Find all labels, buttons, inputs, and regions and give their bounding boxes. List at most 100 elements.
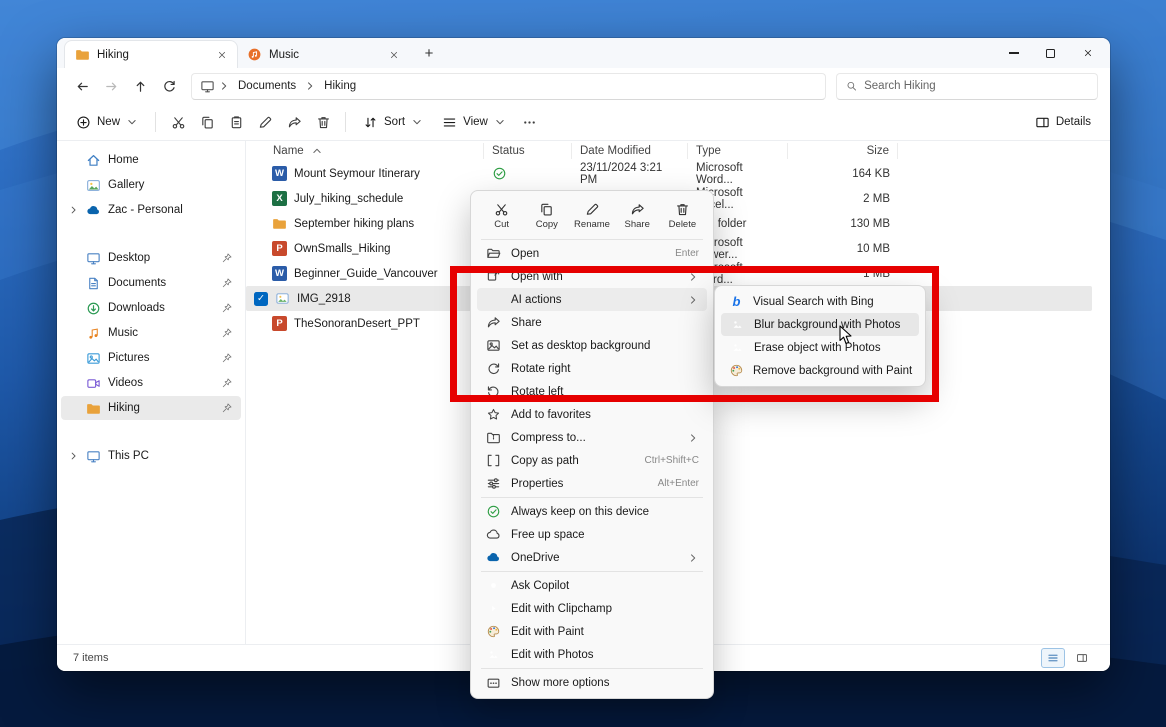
rename-button[interactable]: Rename bbox=[569, 196, 614, 236]
photos-icon bbox=[729, 317, 745, 332]
tab-hiking[interactable]: Hiking bbox=[65, 41, 237, 68]
column-header-type[interactable]: Type bbox=[688, 143, 788, 159]
submenu-item-blur-background-with-photos[interactable]: Blur background with Photos bbox=[721, 313, 919, 336]
breadcrumb[interactable]: Documents Hiking bbox=[191, 73, 826, 100]
sidebar-item-onedrive-personal[interactable]: Zac - Personal bbox=[61, 198, 241, 222]
sidebar-item-this-pc[interactable]: This PC bbox=[61, 444, 241, 468]
column-header-status[interactable]: Status bbox=[484, 143, 572, 159]
menu-item-edit-with-paint[interactable]: Edit with Paint bbox=[477, 620, 707, 643]
up-button[interactable] bbox=[127, 73, 154, 100]
breadcrumb-item-hiking[interactable]: Hiking bbox=[319, 78, 361, 94]
details-pane-button[interactable]: Details bbox=[1026, 110, 1100, 135]
menu-item-properties[interactable]: Properties Alt+Enter bbox=[477, 472, 707, 495]
rotate-left-icon bbox=[485, 384, 501, 399]
menu-item-open-with[interactable]: Open with bbox=[477, 265, 707, 288]
new-tab-button[interactable]: + bbox=[417, 41, 441, 65]
submenu-item-erase-object-with-photos[interactable]: Erase object with Photos bbox=[721, 336, 919, 359]
keep-on-device-icon bbox=[485, 504, 501, 519]
view-button[interactable]: View bbox=[433, 110, 515, 135]
sidebar-item-label: Desktop bbox=[108, 252, 214, 264]
delete-icon bbox=[675, 202, 690, 217]
column-header-name[interactable]: Name bbox=[246, 143, 484, 159]
delete-button[interactable]: Delete bbox=[660, 196, 705, 236]
search-box[interactable] bbox=[836, 73, 1098, 100]
file-row[interactable]: W Mount Seymour Itinerary 23/11/2024 3:2… bbox=[246, 161, 1092, 186]
sidebar-item-gallery[interactable]: Gallery bbox=[61, 173, 241, 197]
more-commands-button[interactable] bbox=[516, 108, 544, 136]
share-button[interactable]: Share bbox=[615, 196, 660, 236]
rename-button[interactable] bbox=[251, 108, 279, 136]
menu-item-compress-to[interactable]: Compress to... bbox=[477, 426, 707, 449]
details-pane-icon bbox=[1035, 115, 1050, 130]
details-view-button[interactable] bbox=[1041, 648, 1065, 668]
powerpoint-file-icon: P bbox=[272, 316, 287, 331]
menu-item-show-more-options[interactable]: Show more options bbox=[477, 671, 707, 694]
sort-icon bbox=[363, 115, 378, 130]
address-bar: Documents Hiking bbox=[57, 68, 1110, 104]
sort-button[interactable]: Sort bbox=[354, 110, 432, 135]
menu-item-open[interactable]: Open Enter bbox=[477, 242, 707, 265]
menu-item-edit-with-clipchamp[interactable]: Edit with Clipchamp bbox=[477, 597, 707, 620]
tab-close-icon[interactable] bbox=[213, 46, 231, 64]
properties-icon bbox=[485, 476, 501, 491]
breadcrumb-item-documents[interactable]: Documents bbox=[233, 78, 301, 94]
chevron-right-icon[interactable] bbox=[68, 450, 79, 462]
open-with-icon bbox=[485, 269, 501, 284]
back-button[interactable] bbox=[69, 73, 96, 100]
downloads-icon bbox=[86, 301, 101, 316]
onedrive-icon bbox=[485, 550, 501, 565]
menu-item-ai-actions[interactable]: AI actions bbox=[477, 288, 707, 311]
copy-button[interactable]: Copy bbox=[524, 196, 569, 236]
menu-item-copy-as-path[interactable]: Copy as path Ctrl+Shift+C bbox=[477, 449, 707, 472]
sidebar-item-videos[interactable]: Videos bbox=[61, 371, 241, 395]
menu-item-share[interactable]: Share bbox=[477, 311, 707, 334]
command-toolbar: New Sort View bbox=[57, 104, 1110, 141]
menu-item-rotate-right[interactable]: Rotate right bbox=[477, 357, 707, 380]
share-button[interactable] bbox=[280, 108, 308, 136]
menu-item-edit-with-photos[interactable]: Edit with Photos bbox=[477, 643, 707, 666]
sidebar-item-desktop[interactable]: Desktop bbox=[61, 246, 241, 270]
delete-button[interactable] bbox=[309, 108, 337, 136]
refresh-button[interactable] bbox=[156, 73, 183, 100]
cut-button[interactable]: Cut bbox=[479, 196, 524, 236]
sidebar-item-pictures[interactable]: Pictures bbox=[61, 346, 241, 370]
tab-close-icon[interactable] bbox=[385, 46, 403, 64]
menu-item-free-up-space[interactable]: Free up space bbox=[477, 523, 707, 546]
submenu-item-visual-search-with-bing[interactable]: b Visual Search with Bing bbox=[721, 290, 919, 313]
copy-button[interactable] bbox=[193, 108, 221, 136]
close-button[interactable] bbox=[1069, 39, 1106, 67]
submenu-item-remove-background-with-paint[interactable]: Remove background with Paint bbox=[721, 359, 919, 382]
menu-item-onedrive[interactable]: OneDrive bbox=[477, 546, 707, 569]
menu-item-always-keep-on-this-device[interactable]: Always keep on this device bbox=[477, 500, 707, 523]
file-size: 1 MB bbox=[788, 268, 898, 280]
file-size: 130 MB bbox=[788, 218, 898, 230]
sidebar-item-home[interactable]: Home bbox=[61, 148, 241, 172]
checkbox-checked-icon[interactable]: ✓ bbox=[254, 292, 268, 306]
sidebar-item-label: Hiking bbox=[108, 402, 214, 414]
chevron-right-icon[interactable] bbox=[68, 204, 79, 216]
search-input[interactable] bbox=[864, 80, 1088, 92]
wallpaper-icon bbox=[485, 338, 501, 353]
sidebar-item-documents[interactable]: Documents bbox=[61, 271, 241, 295]
maximize-button[interactable] bbox=[1032, 39, 1069, 67]
folder-icon bbox=[86, 401, 101, 416]
paste-button[interactable] bbox=[222, 108, 250, 136]
pin-icon bbox=[221, 377, 233, 389]
details-button-label: Details bbox=[1056, 116, 1091, 128]
menu-item-rotate-left[interactable]: Rotate left bbox=[477, 380, 707, 403]
forward-button[interactable] bbox=[98, 73, 125, 100]
minimize-button[interactable] bbox=[995, 39, 1032, 67]
cut-button[interactable] bbox=[164, 108, 192, 136]
column-header-size[interactable]: Size bbox=[788, 143, 898, 159]
thumbnail-view-button[interactable] bbox=[1070, 648, 1094, 668]
sidebar-item-hiking[interactable]: Hiking bbox=[61, 396, 241, 420]
menu-item-set-as-desktop-background[interactable]: Set as desktop background bbox=[477, 334, 707, 357]
sidebar-item-music[interactable]: Music bbox=[61, 321, 241, 345]
sidebar-item-downloads[interactable]: Downloads bbox=[61, 296, 241, 320]
sidebar-item-label: Documents bbox=[108, 277, 214, 289]
sidebar-item-label: Gallery bbox=[108, 179, 233, 191]
new-button[interactable]: New bbox=[67, 110, 147, 135]
tab-music[interactable]: Music bbox=[237, 41, 409, 68]
column-header-date-modified[interactable]: Date Modified bbox=[572, 143, 688, 159]
menu-item-add-to-favorites[interactable]: Add to favorites bbox=[477, 403, 707, 426]
